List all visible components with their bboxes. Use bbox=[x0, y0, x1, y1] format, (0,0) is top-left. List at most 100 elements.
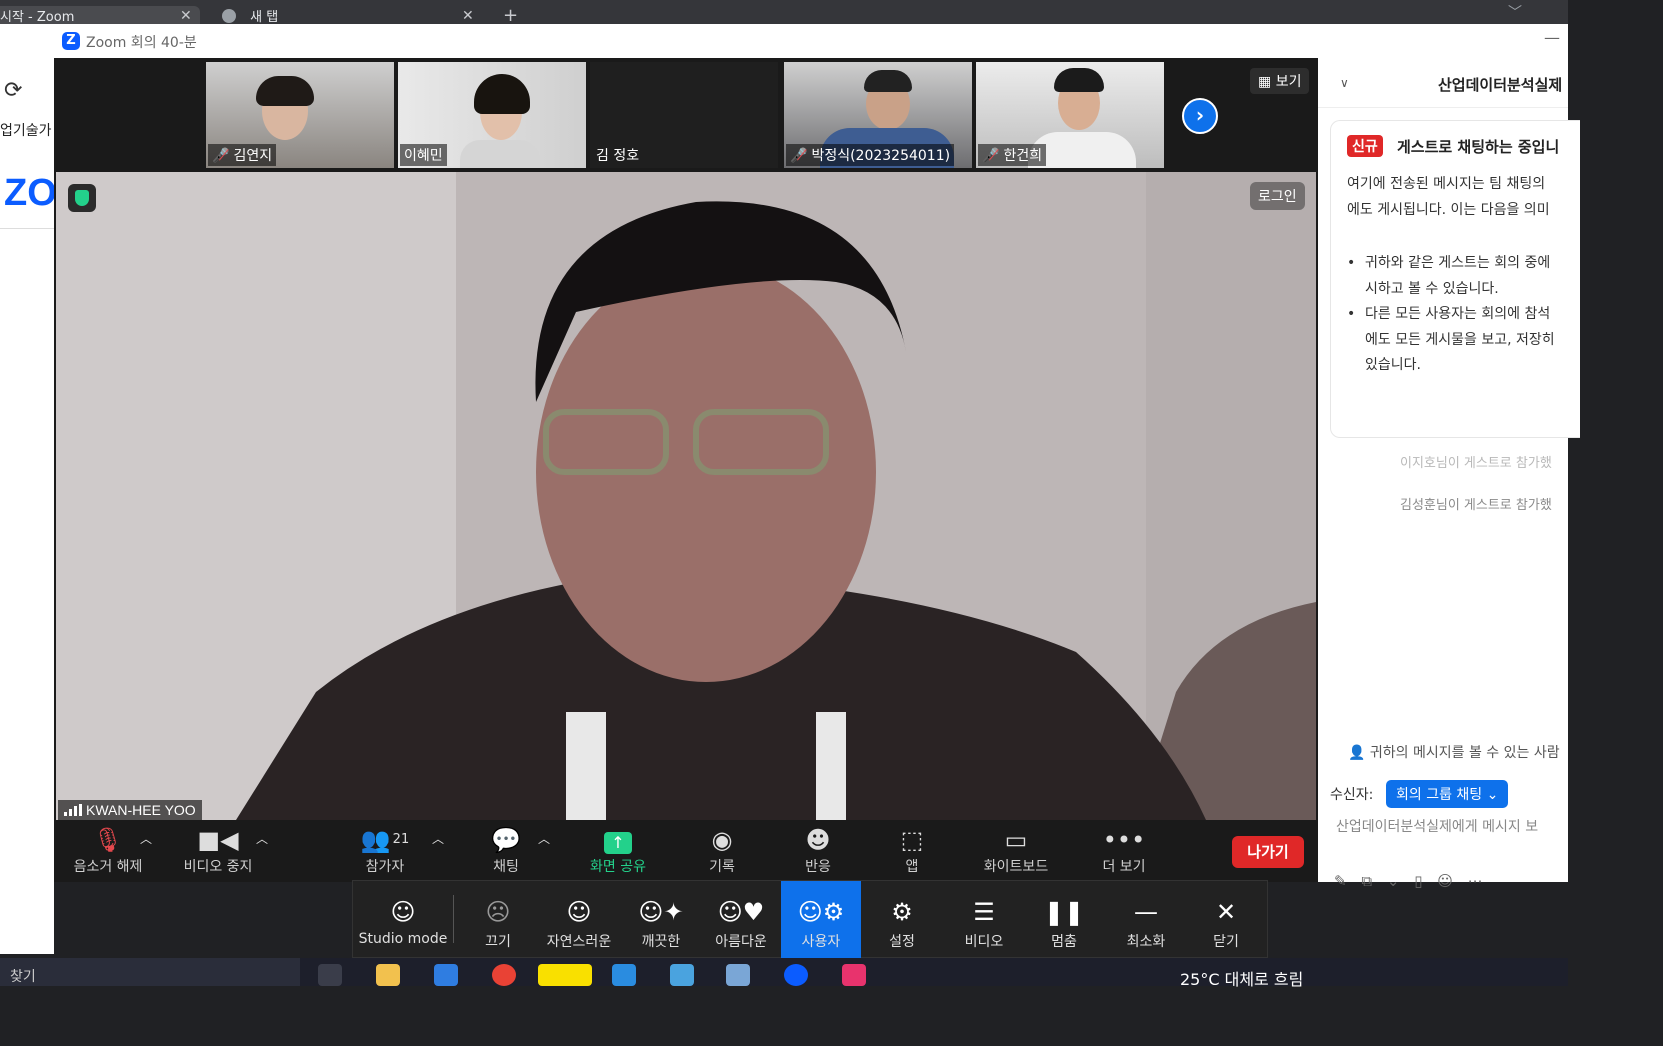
close-icon[interactable]: ✕ bbox=[180, 8, 192, 24]
filter-settings[interactable]: ⚙ 설정 bbox=[869, 881, 935, 959]
notice-text: 에도 게시됩니다. 이는 다음을 의미 bbox=[1347, 202, 1550, 218]
stop-video-button[interactable]: ■◀ 비디오 중지 bbox=[180, 824, 256, 876]
recipient-dropdown[interactable]: 회의 그룹 채팅 ⌄ bbox=[1386, 780, 1509, 808]
whiteboard-label: 화이트보드 bbox=[983, 859, 1049, 875]
video-camera-icon: ■◀ bbox=[197, 826, 239, 854]
chevron-down-icon[interactable]: ﹀ bbox=[1508, 2, 1522, 22]
kakaotalk-icon[interactable] bbox=[538, 964, 592, 986]
more-dots-icon[interactable]: ⋯ bbox=[1468, 872, 1483, 890]
participant-count: 21 bbox=[392, 832, 410, 847]
signal-strength-icon bbox=[64, 804, 82, 816]
notice-text: 귀하와 같은 게스트는 회의 중에 bbox=[1365, 255, 1551, 271]
taskbar-search[interactable]: 찾기 bbox=[0, 958, 300, 986]
reload-icon[interactable]: ⟳ bbox=[4, 78, 22, 103]
chevron-down-icon[interactable]: ⌄ bbox=[1387, 872, 1400, 890]
file-explorer-icon[interactable] bbox=[376, 964, 400, 986]
chat-panel: ∨ 산업데이터분석실제 신규 게스트로 채팅하는 중입니 여기에 전송된 메시지… bbox=[1318, 58, 1580, 890]
chrome-icon[interactable] bbox=[492, 964, 516, 986]
filter-minimize[interactable]: — 최소화 bbox=[1113, 881, 1179, 959]
person-icon: 👤 bbox=[1348, 745, 1370, 761]
app-icon[interactable] bbox=[612, 964, 636, 986]
leave-button[interactable]: 나가기 bbox=[1232, 836, 1304, 868]
filter-off[interactable]: ☹ 끄기 bbox=[461, 881, 535, 959]
participant-tile[interactable]: 🎤̸ 한건희 bbox=[976, 62, 1164, 168]
record-button[interactable]: ◉ 기록 bbox=[698, 824, 746, 876]
zoom-meeting-window: Z Zoom 회의 40-분 — 🎤̸ 김연지 이혜민 김 정호 🎤̸ 박정식(… bbox=[54, 24, 1580, 890]
app-icon[interactable] bbox=[670, 964, 694, 986]
pause-icon: ❚❚ bbox=[1043, 898, 1085, 926]
notice-text: 있습니다. bbox=[1365, 357, 1421, 373]
filter-beautiful[interactable]: ☺♥ 아름다운 bbox=[703, 881, 779, 959]
notice-title: 게스트로 채팅하는 중입니 bbox=[1397, 138, 1560, 156]
browser-tab-title: 새 탭 bbox=[250, 10, 279, 24]
unmute-button[interactable]: 🎙 음소거 해제 bbox=[70, 824, 146, 876]
notice-text: 시하고 볼 수 있습니다. bbox=[1365, 280, 1499, 297]
reactions-button[interactable]: ☻ 반응 bbox=[794, 824, 842, 876]
filter-natural[interactable]: ☺ 자연스러운 bbox=[539, 881, 619, 959]
chat-button[interactable]: 💬 채팅 bbox=[482, 824, 530, 876]
chevron-down-icon[interactable]: ∨ bbox=[1340, 76, 1349, 90]
participant-name-label: 🎤̸ 한건희 bbox=[978, 144, 1047, 166]
whiteboard-button[interactable]: ▭ 화이트보드 bbox=[978, 824, 1054, 876]
view-button[interactable]: ▦ 보기 bbox=[1250, 68, 1310, 94]
browser-tab-zoom[interactable]: 시작 - Zoom bbox=[0, 6, 200, 24]
chevron-up-icon[interactable]: ︿ bbox=[140, 830, 152, 847]
chrome-icon bbox=[222, 9, 236, 23]
close-icon[interactable]: ✕ bbox=[462, 8, 474, 24]
participant-video bbox=[1054, 68, 1104, 92]
more-button[interactable]: ••• 더 보기 bbox=[1098, 824, 1150, 876]
apps-button[interactable]: ⬚ 앱 bbox=[892, 824, 932, 876]
participant-name: 박정식(2023254011) bbox=[811, 148, 951, 164]
share-screen-button[interactable]: ↑ 화면 공유 bbox=[580, 824, 656, 876]
zoom-taskbar-icon[interactable] bbox=[784, 964, 808, 986]
participant-video bbox=[864, 70, 912, 92]
login-button[interactable]: 로그인 bbox=[1250, 182, 1305, 210]
app-icon[interactable] bbox=[726, 964, 750, 986]
participant-tile[interactable]: 김 정호 bbox=[590, 62, 778, 168]
reaction-smile-icon: ☻ bbox=[805, 826, 831, 854]
filter-custom[interactable]: ☺⚙ 사용자 bbox=[781, 881, 861, 959]
participants-button[interactable]: 👥 21 참가자 bbox=[350, 824, 420, 876]
chevron-right-icon: › bbox=[1195, 103, 1205, 127]
weather-widget[interactable]: 25°C 대체로 흐림 bbox=[1180, 966, 1303, 990]
filter-studio-mode[interactable]: ☺ Studio mode bbox=[353, 881, 453, 959]
browser-tab-new[interactable]: 새 탭 bbox=[222, 6, 442, 24]
more-dots-icon: ••• bbox=[1102, 826, 1146, 854]
window-title: Zoom 회의 40-분 bbox=[86, 35, 197, 51]
minimize-icon[interactable]: — bbox=[1544, 28, 1560, 47]
encryption-shield-icon[interactable] bbox=[68, 184, 96, 212]
filter-label: 아름다운 bbox=[715, 934, 767, 950]
system-message: 김성훈님이 게스트로 참가했 bbox=[1400, 498, 1552, 513]
new-tab-icon[interactable]: + bbox=[503, 5, 518, 26]
next-page-button[interactable]: › bbox=[1182, 98, 1218, 134]
bookmark-item[interactable]: 업기술가 bbox=[0, 120, 52, 140]
filter-pause[interactable]: ❚❚ 멈춤 bbox=[1033, 881, 1095, 959]
filter-close[interactable]: ✕ 닫기 bbox=[1195, 881, 1257, 959]
screenshot-icon[interactable]: ⧉ bbox=[1361, 872, 1372, 890]
filter-label: 사용자 bbox=[801, 934, 841, 950]
bullet-icon: • bbox=[1347, 306, 1356, 322]
file-icon[interactable]: ▯ bbox=[1414, 872, 1422, 890]
chat-label: 채팅 bbox=[493, 859, 519, 875]
format-icon[interactable]: ✎ bbox=[1334, 872, 1347, 890]
close-icon: ✕ bbox=[1215, 898, 1237, 926]
edge-icon[interactable] bbox=[434, 964, 458, 986]
participant-tile[interactable]: 🎤̸ 김연지 bbox=[206, 62, 394, 168]
participant-tile[interactable]: 이혜민 bbox=[398, 62, 586, 168]
chevron-up-icon[interactable]: ︿ bbox=[256, 830, 268, 847]
message-visibility-note[interactable]: 👤 귀하의 메시지를 볼 수 있는 사람 bbox=[1348, 742, 1560, 762]
chevron-up-icon[interactable]: ︿ bbox=[432, 830, 444, 847]
filter-clean[interactable]: ☺✦ 깨끗한 bbox=[625, 881, 697, 959]
browser-page-background: ⟳ 업기술가 ZO bbox=[0, 24, 57, 954]
stop-video-label: 비디오 중지 bbox=[183, 859, 253, 875]
emoji-icon[interactable]: ☺ bbox=[1437, 872, 1453, 890]
filter-video[interactable]: ☰ 비디오 bbox=[951, 881, 1017, 959]
recipient-value: 회의 그룹 채팅 bbox=[1396, 787, 1483, 803]
participant-tile[interactable]: 🎤̸ 박정식(2023254011) bbox=[784, 62, 972, 168]
app-icon[interactable] bbox=[842, 964, 866, 986]
speaker-name: KWAN-HEE YOO bbox=[86, 802, 196, 818]
task-view-icon[interactable] bbox=[318, 964, 342, 986]
chat-message-input[interactable]: 산업데이터분석실제에게 메시지 보 bbox=[1336, 816, 1538, 836]
chevron-up-icon[interactable]: ︿ bbox=[538, 830, 550, 847]
notice-text: 여기에 전송된 메시지는 팀 채팅의 bbox=[1347, 176, 1546, 192]
